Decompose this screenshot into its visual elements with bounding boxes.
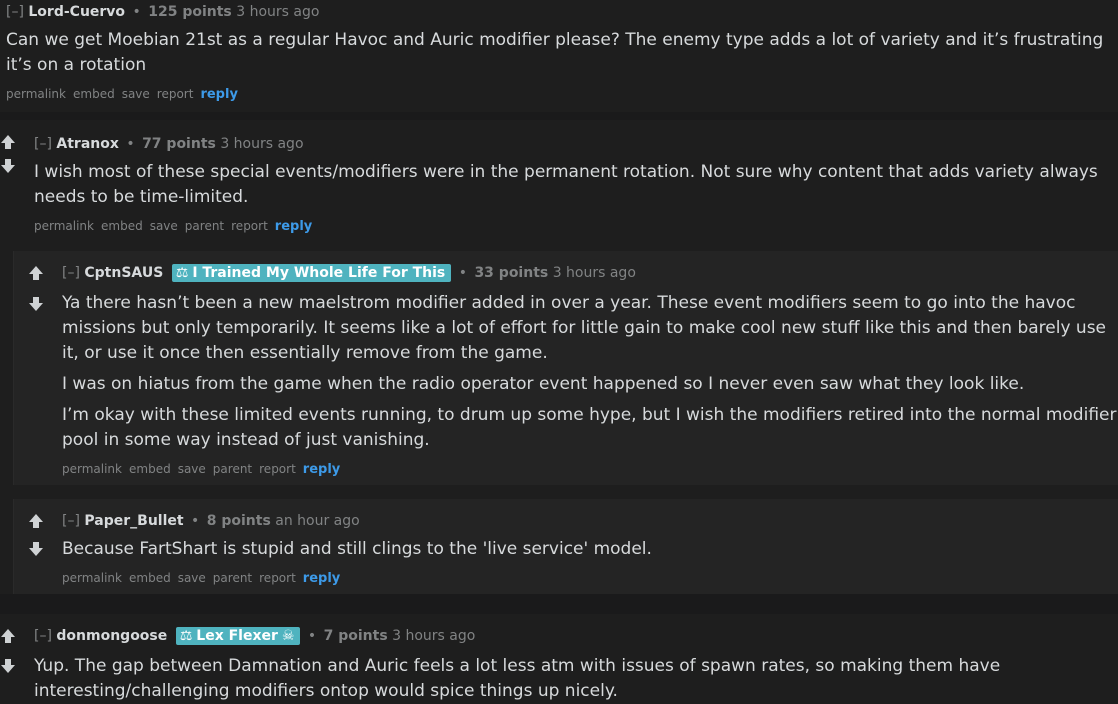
permalink-link[interactable]: permalink (62, 571, 122, 585)
collapse-toggle[interactable]: [–] (62, 265, 80, 281)
reply-link[interactable]: reply (275, 219, 312, 234)
embed-link[interactable]: embed (129, 462, 171, 476)
separator-dot: • (458, 265, 467, 281)
comment-paragraph: Can we get Moebian 21st as a regular Hav… (6, 30, 1104, 75)
save-link[interactable]: save (178, 571, 206, 585)
vote-arrows (25, 513, 47, 561)
comment-score: 77 points (142, 136, 216, 152)
comment-time: an hour ago (275, 513, 360, 529)
comment-paragraph: Yup. The gap between Damnation and Auric… (34, 656, 1001, 701)
collapse-toggle[interactable]: [–] (34, 628, 52, 644)
comment-tagline: [–] CptnSAUS ⚖ I Trained My Whole Life Fo… (62, 261, 1118, 285)
comment-score: 8 points (206, 513, 271, 529)
arrow-up-icon[interactable] (25, 513, 47, 533)
collapse-toggle[interactable]: [–] (34, 136, 52, 152)
arrow-up-icon[interactable] (0, 628, 19, 648)
comment-actions: permalink embed save parent report reply (62, 457, 1118, 481)
permalink-link[interactable]: permalink (34, 219, 94, 233)
report-link[interactable]: report (259, 571, 296, 585)
comment: [–] Lord-Cuervo • 125 points 3 hours ago… (0, 0, 1118, 112)
comment: [–] Paper_Bullet • 8 points an hour ago … (13, 499, 1118, 594)
skull-icon: ☠ (281, 628, 295, 644)
report-link[interactable]: report (259, 462, 296, 476)
vote-arrows (0, 628, 19, 678)
embed-link[interactable]: embed (129, 571, 171, 585)
arrow-down-icon[interactable] (25, 541, 47, 561)
author-link[interactable]: Paper_Bullet (84, 513, 183, 529)
comment-thread: [–] Lord-Cuervo • 125 points 3 hours ago… (0, 0, 1118, 704)
comment-body: Can we get Moebian 21st as a regular Hav… (6, 24, 1118, 78)
separator-dot: • (126, 136, 135, 152)
scales-icon: ⚖ (179, 628, 193, 644)
save-link[interactable]: save (178, 462, 206, 476)
reply-link[interactable]: reply (200, 87, 237, 102)
comment-paragraph: Because FartShart is stupid and still cl… (62, 539, 652, 559)
author-link[interactable]: CptnSAUS (84, 265, 163, 281)
comment: [–] donmongoose ⚖ Lex Flexer ☠ • 7 points … (0, 614, 1118, 704)
author-link[interactable]: donmongoose (56, 628, 167, 644)
comment-actions: permalink embed save report reply (6, 82, 1118, 106)
arrow-up-icon[interactable] (0, 134, 19, 154)
comment-tagline: [–] Atranox • 77 points 3 hours ago (34, 132, 1118, 156)
comment-paragraph: Ya there hasn’t been a new maelstrom mod… (62, 293, 1107, 363)
comment-actions: permalink embed save parent report reply (62, 566, 1118, 590)
comment-time: 3 hours ago (236, 4, 320, 20)
collapse-toggle[interactable]: [–] (6, 4, 24, 20)
comment-time: 3 hours ago (392, 628, 476, 644)
comment-score: 33 points (474, 265, 549, 281)
parent-link[interactable]: parent (213, 462, 252, 476)
comment-score: 7 points (323, 628, 388, 644)
arrow-up-icon[interactable] (25, 265, 47, 285)
permalink-link[interactable]: permalink (62, 462, 122, 476)
parent-link[interactable]: parent (213, 571, 252, 585)
arrow-down-icon[interactable] (0, 158, 19, 178)
comment-paragraph: I was on hiatus from the game when the r… (62, 374, 1025, 394)
permalink-link[interactable]: permalink (6, 87, 66, 101)
comment-score: 125 points (148, 4, 232, 20)
separator-dot: • (307, 628, 317, 644)
flair-text: Lex Flexer (196, 628, 278, 644)
embed-link[interactable]: embed (73, 87, 115, 101)
embed-link[interactable]: embed (101, 219, 143, 233)
comment-tagline: [–] donmongoose ⚖ Lex Flexer ☠ • 7 points … (34, 624, 1118, 648)
comment-body: I wish most of these special events/modi… (34, 156, 1118, 210)
comment-tagline: [–] Lord-Cuervo • 125 points 3 hours ago (6, 0, 1118, 24)
comment-time: 3 hours ago (220, 136, 304, 152)
parent-link[interactable]: parent (185, 219, 224, 233)
comment-actions: permalink embed save parent report reply (34, 214, 1118, 238)
author-link[interactable]: Atranox (56, 136, 119, 152)
collapse-toggle[interactable]: [–] (62, 513, 80, 529)
save-link[interactable]: save (150, 219, 178, 233)
reply-link[interactable]: reply (303, 571, 340, 586)
vote-arrows (0, 134, 19, 178)
separator-dot: • (191, 513, 200, 529)
report-link[interactable]: report (231, 219, 268, 233)
comment-paragraph: I wish most of these special events/modi… (34, 162, 1098, 207)
comment: [–] Atranox • 77 points 3 hours ago I wi… (0, 120, 1118, 594)
comment-paragraph: I’m okay with these limited events runni… (62, 405, 1117, 450)
comment-body: Yup. The gap between Damnation and Auric… (34, 648, 1118, 704)
comment-body: Because FartShart is stupid and still cl… (62, 533, 1118, 562)
flair-text: I Trained My Whole Life For This (192, 265, 446, 281)
separator-dot: • (132, 4, 141, 20)
arrow-down-icon[interactable] (25, 296, 47, 316)
user-flair: ⚖ I Trained My Whole Life For This (171, 264, 452, 282)
comment-body: Ya there hasn’t been a new maelstrom mod… (62, 285, 1118, 453)
report-link[interactable]: report (157, 87, 194, 101)
comment: [–] CptnSAUS ⚖ I Trained My Whole Life Fo… (13, 251, 1118, 485)
user-flair: ⚖ Lex Flexer ☠ (175, 627, 301, 645)
vote-arrows (25, 265, 47, 316)
author-link[interactable]: Lord-Cuervo (28, 4, 125, 20)
reply-link[interactable]: reply (303, 462, 340, 477)
arrow-down-icon[interactable] (0, 658, 19, 678)
comment-tagline: [–] Paper_Bullet • 8 points an hour ago (62, 509, 1118, 533)
comment-time: 3 hours ago (552, 265, 636, 281)
scales-icon: ⚖ (175, 265, 189, 281)
save-link[interactable]: save (122, 87, 150, 101)
